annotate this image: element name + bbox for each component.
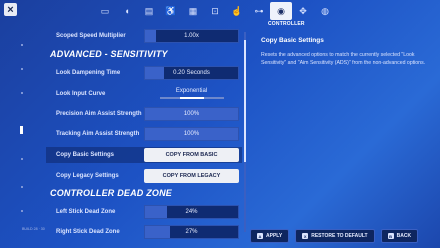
monitor-icon[interactable]: ▭ <box>94 0 116 22</box>
look-input-curve-value[interactable]: Exponential <box>144 86 239 96</box>
restore-label: RESTORE TO DEFAULT <box>311 233 368 239</box>
setting-row-tracking-aim[interactable]: Tracking Aim Assist Strength 100% <box>46 126 242 142</box>
slider-value: 24% <box>185 209 198 215</box>
slider-value: 27% <box>185 229 198 235</box>
account-icon[interactable]: ◍ <box>314 0 336 22</box>
look-dampening-slider[interactable]: 0.20 Seconds <box>144 66 239 80</box>
touch-icon[interactable]: ☝ <box>226 0 248 22</box>
slider-value: 100% <box>183 111 200 117</box>
restore-default-button[interactable]: X RESTORE TO DEFAULT <box>295 229 375 243</box>
close-button[interactable]: × <box>4 3 17 16</box>
speaker-icon[interactable]: ◖ <box>116 0 138 22</box>
option-selector-indicator <box>180 97 204 99</box>
accessibility-icon[interactable]: ♿ <box>160 0 182 22</box>
setting-label: Copy Basic Settings <box>56 152 115 158</box>
move-icon[interactable]: ✥ <box>292 0 314 22</box>
scoped-speed-slider[interactable]: 1.00x <box>144 29 239 43</box>
setting-row-look-input-curve[interactable]: Look Input Curve Exponential <box>46 86 242 102</box>
setting-row-precision-aim[interactable]: Precision Aim Assist Strength 100% <box>46 106 242 122</box>
build-label: BUILD 28 · 30 <box>22 227 45 231</box>
network-icon[interactable]: ⊶ <box>248 0 270 22</box>
back-label: BACK <box>396 233 412 239</box>
setting-label: Precision Aim Assist Strength <box>56 111 142 117</box>
setting-label: Copy Legacy Settings <box>56 173 119 179</box>
page-dot <box>21 68 23 70</box>
setting-row-copy-basic[interactable]: Copy Basic Settings COPY FROM BASIC <box>46 147 242 163</box>
section-heading-dead-zone: CONTROLLER DEAD ZONE <box>50 188 172 198</box>
setting-label: Right Stick Dead Zone <box>56 229 120 235</box>
controller-icon[interactable]: ◉ <box>270 2 292 20</box>
description-title: Copy Basic Settings <box>261 37 324 44</box>
display-settings-icon[interactable]: ▤ <box>138 0 160 22</box>
setting-row-left-dead-zone[interactable]: Left Stick Dead Zone 24% <box>46 204 242 220</box>
slider-value: 100% <box>183 131 200 137</box>
setting-row-copy-legacy[interactable]: Copy Legacy Settings COPY FROM LEGACY <box>46 168 242 184</box>
page-indicator-current <box>20 126 23 134</box>
apply-button[interactable]: A APPLY <box>250 229 290 243</box>
keyboard-icon[interactable]: ▦ <box>182 0 204 22</box>
page-dot <box>21 210 23 212</box>
setting-label: Scoped Speed Multiplier <box>56 33 126 39</box>
back-button[interactable]: B BACK <box>380 229 419 243</box>
setting-label: Left Stick Dead Zone <box>56 209 116 215</box>
settings-list: Scoped Speed Multiplier 1.00x ADVANCED -… <box>46 28 242 240</box>
tracking-aim-slider[interactable]: 100% <box>144 127 239 141</box>
page-dot <box>21 92 23 94</box>
option-selector-track <box>160 97 224 99</box>
setting-row-right-dead-zone[interactable]: Right Stick Dead Zone 27% <box>46 224 242 240</box>
a-button-icon: A <box>257 233 263 239</box>
page-dot <box>21 44 23 46</box>
right-dead-zone-slider[interactable]: 27% <box>144 225 239 239</box>
left-dead-zone-slider[interactable]: 24% <box>144 205 239 219</box>
description-body: Resets the advanced options to match the… <box>261 52 426 66</box>
scrollbar-thumb[interactable] <box>244 40 246 162</box>
setting-row-scoped-speed[interactable]: Scoped Speed Multiplier 1.00x <box>46 28 242 44</box>
active-tab-label: CONTROLLER <box>268 21 305 27</box>
description-panel: Copy Basic Settings Resets the advanced … <box>257 28 432 218</box>
page-indicator <box>20 38 24 218</box>
scrollbar[interactable] <box>244 32 246 232</box>
copy-from-basic-button[interactable]: COPY FROM BASIC <box>144 148 239 162</box>
page-dot <box>21 186 23 188</box>
action-bar: A APPLY X RESTORE TO DEFAULT B BACK <box>250 229 419 243</box>
setting-label: Look Dampening Time <box>56 70 121 76</box>
setting-label: Look Input Curve <box>56 91 106 97</box>
precision-aim-slider[interactable]: 100% <box>144 107 239 121</box>
setting-row-look-dampening[interactable]: Look Dampening Time 0.20 Seconds <box>46 65 242 81</box>
x-button-icon: X <box>302 233 309 239</box>
b-button-icon: B <box>387 233 394 239</box>
section-heading-advanced: ADVANCED - SENSITIVITY <box>50 49 168 59</box>
page-dot <box>21 158 23 160</box>
mouse-icon[interactable]: ⊡ <box>204 0 226 22</box>
apply-label: APPLY <box>266 233 283 239</box>
slider-value: 1.00x <box>184 33 199 39</box>
copy-from-legacy-button[interactable]: COPY FROM LEGACY <box>144 169 239 183</box>
slider-value: 0.20 Seconds <box>173 70 210 76</box>
setting-label: Tracking Aim Assist Strength <box>56 131 140 137</box>
